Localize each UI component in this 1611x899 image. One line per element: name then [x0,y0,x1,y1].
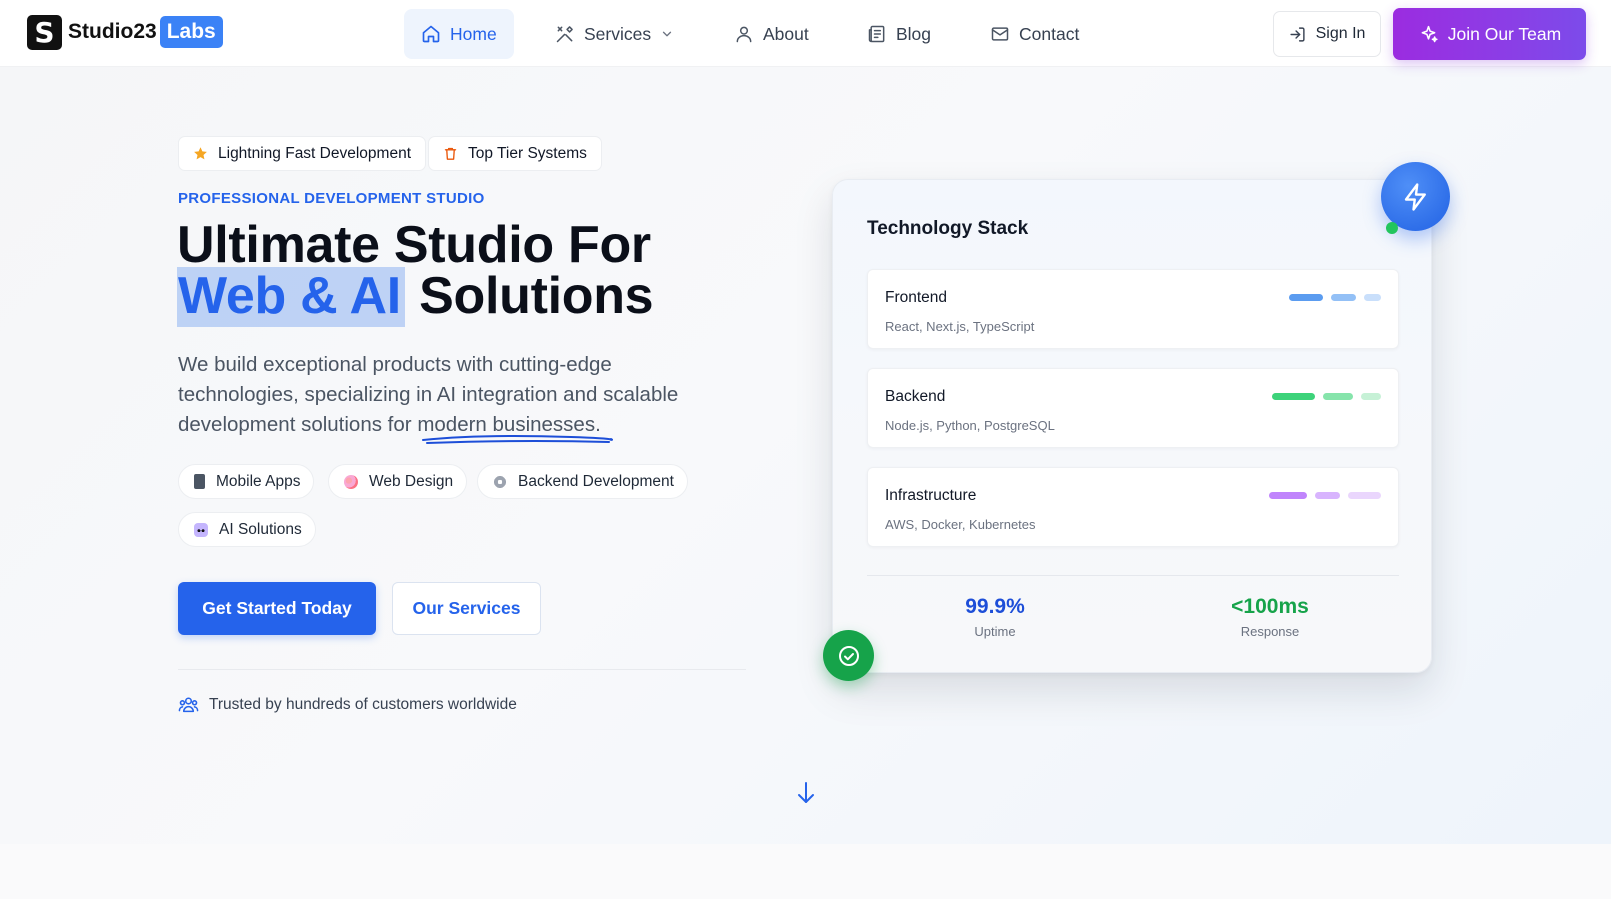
brand-logo[interactable]: S Studio23 Labs [27,14,223,50]
user-icon [736,26,752,43]
stack-name: Backend [885,388,946,405]
sparkles-icon [1421,25,1438,42]
tag-backend-development-label: Backend Development [518,472,674,490]
stack-row-frontend: Frontend React, Next.js, TypeScript [867,269,1399,349]
bar-3 [1361,393,1381,400]
join-team-label: Join Our Team [1447,23,1562,44]
scroll-down-icon[interactable] [796,781,816,805]
tag-ai-solutions-label: AI Solutions [219,520,302,538]
chip-lightning-fast-label: Lightning Fast Development [218,144,412,162]
hero-eyebrow: PROFESSIONAL DEVELOPMENT STUDIO [178,190,485,207]
palette-icon [344,474,358,489]
nav-home[interactable]: Home [404,9,514,59]
mobile-icon [194,474,205,489]
bar-2 [1323,393,1353,400]
tag-mobile-apps: Mobile Apps [178,464,315,499]
metric-response-label: Response [1240,624,1300,639]
newspaper-icon [868,25,885,43]
chevron-down-icon [662,31,672,37]
stack-bars [1264,393,1381,400]
trusted-note-label: Trusted by hundreds of customers worldwi… [209,695,517,713]
stack-bars [1261,492,1381,499]
trash-icon [444,147,457,160]
tech-stack-card: Technology Stack Frontend React, Next.js… [832,179,1432,673]
our-services-button[interactable]: Our Services [392,582,541,635]
chip-top-tier: Top Tier Systems [428,136,602,171]
nav-home-label: Home [450,23,497,44]
nav-about-label: About [763,23,809,44]
stack-tech: AWS, Docker, Kubernetes [885,517,1036,532]
nav-services[interactable]: Services [555,9,674,59]
metric-uptime-label: Uptime [974,624,1016,639]
nav-contact[interactable]: Contact [990,9,1079,59]
stack-tech: Node.js, Python, PostgreSQL [885,418,1055,433]
metric-uptime: 99.9% Uptime [895,595,1095,639]
logo-mark-icon: S [27,14,62,50]
check-circle-icon [838,645,859,666]
robot-icon [194,522,208,537]
headline-highlight: Web & AI [177,267,405,327]
stack-tech: React, Next.js, TypeScript [885,319,1035,334]
trusted-note: Trusted by hundreds of customers worldwi… [178,695,517,714]
stack-name: Infrastructure [885,487,977,504]
lightning-icon [1404,182,1426,211]
tag-ai-solutions: AI Solutions [178,512,316,547]
bar-2 [1315,492,1340,499]
nav-services-label: Services [584,23,652,44]
metric-uptime-value: 99.9% [965,595,1025,618]
nav-about[interactable]: About [734,9,809,59]
tag-web-design: Web Design [328,464,468,499]
top-navbar: S Studio23 Labs Home Services About Blog… [0,0,1611,67]
stack-bars [1281,294,1381,301]
bar-1 [1289,294,1323,301]
lightning-badge [1381,162,1450,231]
chip-top-tier-label: Top Tier Systems [468,144,587,162]
divider [178,669,746,670]
headline-line-2: Solutions [419,267,654,325]
nav-blog[interactable]: Blog [867,9,931,59]
sign-in-icon [1290,26,1305,42]
get-started-button[interactable]: Get Started Today [178,582,376,635]
stack-row-infrastructure: Infrastructure AWS, Docker, Kubernetes [867,467,1399,547]
gear-icon [493,474,507,489]
tag-web-design-label: Web Design [369,472,454,490]
headline-line-1: Ultimate Studio For [177,216,651,274]
bar-3 [1348,492,1381,499]
nav-contact-label: Contact [1019,23,1080,44]
bar-2 [1331,294,1356,301]
card-divider [867,575,1399,576]
star-icon [194,147,207,160]
tech-stack-title: Technology Stack [867,218,1029,239]
join-team-button[interactable]: Join Our Team [1393,8,1586,60]
tag-backend-development: Backend Development [477,464,688,499]
hero-headline: Ultimate Studio For Web & AI Solutions [177,219,654,327]
check-badge [823,630,874,681]
brand-name: Studio23 [68,20,157,43]
stack-row-backend: Backend Node.js, Python, PostgreSQL [867,368,1399,448]
underline-scribble [422,435,613,444]
mail-icon [991,27,1009,41]
brand-badge: Labs [159,16,223,48]
sign-in-label: Sign In [1315,25,1366,42]
sign-in-button[interactable]: Sign In [1273,11,1381,57]
bar-1 [1269,492,1307,499]
metric-response-value: <100ms [1231,595,1309,618]
tag-mobile-apps-label: Mobile Apps [216,472,301,490]
bar-3 [1364,294,1381,301]
users-icon [178,697,199,713]
home-icon [422,25,440,43]
status-dot [1386,222,1398,234]
chip-lightning-fast: Lightning Fast Development [178,136,427,171]
stack-name: Frontend [885,289,948,306]
tools-icon [556,26,573,43]
nav-blog-label: Blog [896,23,932,44]
bar-1 [1272,393,1315,400]
hero-description: We build exceptional products with cutti… [178,350,738,440]
next-section-edge [0,844,1611,899]
metric-response: <100ms Response [1170,595,1370,639]
